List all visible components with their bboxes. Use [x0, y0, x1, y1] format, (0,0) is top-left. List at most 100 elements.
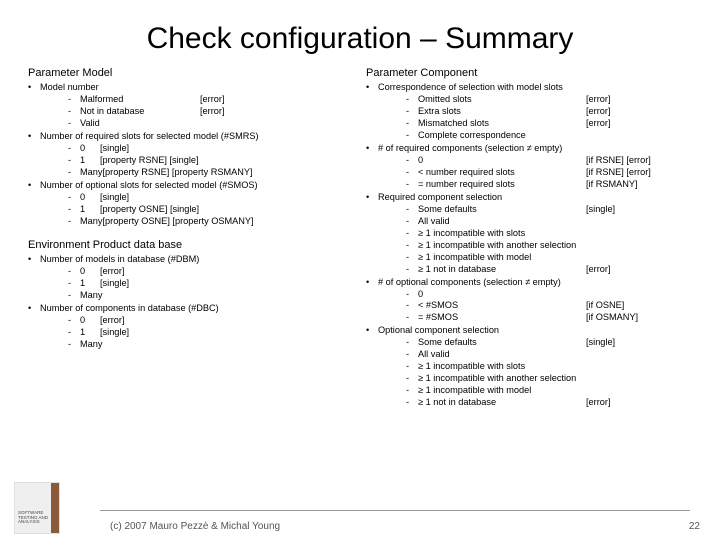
- sub-item-note: [586, 228, 692, 240]
- sub-item: 1[single]: [28, 278, 354, 290]
- heading-environment: Environment Product data base: [28, 238, 354, 252]
- sub-item-note: [property OSNE] [single]: [100, 204, 354, 216]
- sub-item-note: [if RSNE] [error]: [586, 155, 692, 167]
- sub-item-note: [586, 216, 692, 228]
- sub-list: Omitted slots[error]Extra slots[error]Mi…: [366, 94, 692, 142]
- page-number: 22: [689, 521, 700, 532]
- item-smos: Number of optional slots for selected mo…: [28, 180, 354, 192]
- footer: (c) 2007 Mauro Pezzè & Michal Young 22: [0, 510, 720, 534]
- sub-item: ≥ 1 incompatible with another selection: [366, 373, 692, 385]
- sub-item-label: = #SMOS: [418, 312, 586, 324]
- sub-item-label: Some defaults: [418, 337, 586, 349]
- sub-item: 0: [366, 289, 692, 301]
- sub-item-label: All valid: [418, 349, 586, 361]
- heading-parameter-component: Parameter Component: [366, 66, 692, 80]
- sub-item-label: ≥ 1 incompatible with another selection: [418, 240, 586, 252]
- sub-item-label: ≥ 1 not in database: [418, 397, 586, 409]
- sub-item-note: [586, 252, 692, 264]
- item-optional-selection: Optional component selection: [366, 325, 692, 337]
- sub-item-label: < #SMOS: [418, 300, 586, 312]
- item-dbm: Number of models in database (#DBM): [28, 254, 354, 266]
- sub-item-label: 0: [80, 143, 100, 155]
- sub-item: Some defaults[single]: [366, 337, 692, 349]
- sub-list: Some defaults[single]All valid ≥ 1 incomp…: [366, 337, 692, 409]
- item-required-selection: Required component selection: [366, 192, 692, 204]
- sub-item-note: [586, 361, 692, 373]
- sub-item-note: [single]: [100, 278, 354, 290]
- sub-item: Valid: [28, 118, 354, 130]
- sub-item-label: Many: [80, 167, 102, 179]
- item-optional-count: # of optional components (selection ≠ em…: [366, 277, 692, 289]
- sub-item: 0[single]: [28, 143, 354, 155]
- sub-list: 0[single]1[property RSNE] [single]Many[p…: [28, 143, 354, 179]
- sub-item: = number required slots[if RSMANY]: [366, 179, 692, 191]
- sub-item: ≥ 1 incompatible with model: [366, 252, 692, 264]
- sub-item-label: Valid: [80, 118, 200, 130]
- sub-item-label: 0: [80, 315, 100, 327]
- sub-item-note: [single]: [100, 143, 354, 155]
- sub-item-note: [102, 339, 354, 351]
- sub-item-note: [586, 240, 692, 252]
- item-correspondence: Correspondence of selection with model s…: [366, 82, 692, 94]
- copyright: (c) 2007 Mauro Pezzè & Michal Young: [110, 521, 280, 532]
- item-smrs: Number of required slots for selected mo…: [28, 131, 354, 143]
- sub-list: 0[if RSNE] [error]< number required slot…: [366, 155, 692, 191]
- sub-item-note: [if OSNE]: [586, 300, 692, 312]
- sub-list: 0[single]1 [property OSNE] [single]Many[…: [28, 192, 354, 228]
- sub-item-label: 0: [418, 155, 586, 167]
- sub-item-label: Not in database: [80, 106, 200, 118]
- heading-parameter-model: Parameter Model: [28, 66, 354, 80]
- sub-item-note: [error]: [100, 266, 354, 278]
- slide-content: Parameter Model Model number Malformed[e…: [0, 64, 720, 409]
- sub-item: < number required slots[if RSNE] [error]: [366, 167, 692, 179]
- sub-item-label: Malformed: [80, 94, 200, 106]
- sub-item-label: Many: [80, 290, 102, 302]
- sub-item-label: ≥ 1 incompatible with slots: [418, 228, 586, 240]
- sub-item-note: [102, 290, 354, 302]
- column-right: Parameter Component Correspondence of se…: [366, 64, 692, 409]
- sub-item-label: < number required slots: [418, 167, 586, 179]
- sub-item: Mismatched slots[error]: [366, 118, 692, 130]
- sub-item: Omitted slots[error]: [366, 94, 692, 106]
- sub-item: 0[error]: [28, 315, 354, 327]
- sub-item-note: [586, 373, 692, 385]
- sub-item: ≥ 1 incompatible with another selection: [366, 240, 692, 252]
- sub-item-note: [single]: [100, 327, 354, 339]
- sub-item-note: [error]: [586, 264, 692, 276]
- sub-item-note: [error]: [100, 315, 354, 327]
- slide: Check configuration – Summary Parameter …: [0, 0, 720, 540]
- sub-item: Some defaults[single]: [366, 204, 692, 216]
- sub-item: 1[single]: [28, 327, 354, 339]
- sub-list: 0[error]1[single]Many: [28, 315, 354, 351]
- sub-item-label: Many: [80, 339, 102, 351]
- sub-item-note: [586, 289, 692, 301]
- sub-item: Many: [28, 339, 354, 351]
- sub-item-label: 0: [418, 289, 586, 301]
- sub-item: Malformed[error]: [28, 94, 354, 106]
- sub-item-label: 0: [80, 266, 100, 278]
- column-left: Parameter Model Model number Malformed[e…: [28, 64, 354, 409]
- sub-item-label: 1: [80, 278, 100, 290]
- sub-item: 1[property RSNE] [single]: [28, 155, 354, 167]
- sub-item-label: = number required slots: [418, 179, 586, 191]
- sub-item-label: 1: [80, 204, 100, 216]
- sub-item-note: [error]: [200, 106, 354, 118]
- sub-item-note: [error]: [586, 94, 692, 106]
- sub-item-label: Extra slots: [418, 106, 586, 118]
- sub-item-note: [error]: [586, 106, 692, 118]
- sub-item-note: [error]: [586, 397, 692, 409]
- sub-item: < #SMOS[if OSNE]: [366, 300, 692, 312]
- sub-item-label: All valid: [418, 216, 586, 228]
- sub-item-label: Omitted slots: [418, 94, 586, 106]
- sub-item-note: [error]: [586, 118, 692, 130]
- sub-item-note: [200, 118, 354, 130]
- sub-list: 0[error]1[single]Many: [28, 266, 354, 302]
- sub-item-note: [single]: [586, 204, 692, 216]
- sub-item: Not in database[error]: [28, 106, 354, 118]
- sub-item-label: Some defaults: [418, 204, 586, 216]
- sub-item: Extra slots[error]: [366, 106, 692, 118]
- sub-item-label: ≥ 1 not in database: [418, 264, 586, 276]
- sub-item-note: [single]: [100, 192, 354, 204]
- sub-item-note: [586, 385, 692, 397]
- sub-item-label: Many: [80, 216, 102, 228]
